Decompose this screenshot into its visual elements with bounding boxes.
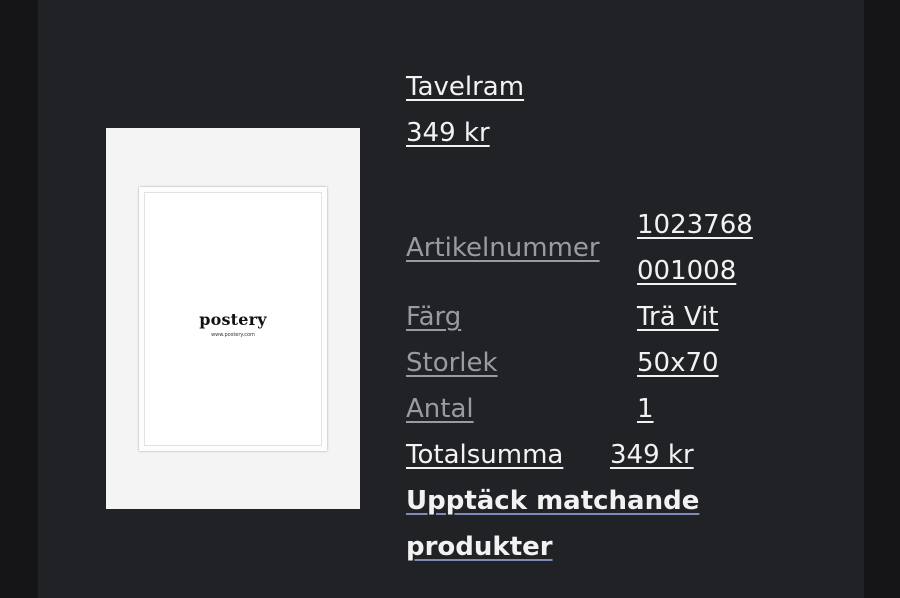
product-name-link[interactable]: Tavelram bbox=[406, 70, 524, 104]
left-gutter bbox=[0, 0, 38, 598]
poster-frame: postery www.postery.com bbox=[139, 187, 327, 451]
product-price-link[interactable]: 349 kr bbox=[406, 116, 490, 150]
discover-matching-products-link-line2[interactable]: produkter bbox=[406, 530, 553, 564]
article-number-label[interactable]: Artikelnummer bbox=[406, 231, 600, 265]
discover-matching-products-link[interactable]: Upptäck matchande bbox=[406, 484, 699, 518]
quantity-value[interactable]: 1 bbox=[637, 392, 654, 426]
size-label[interactable]: Storlek bbox=[406, 346, 498, 380]
right-gutter bbox=[864, 0, 900, 598]
poster-brand-logo: postery bbox=[199, 310, 267, 329]
article-number-value-line1[interactable]: 1023768 bbox=[637, 208, 753, 242]
color-value[interactable]: Trä Vit bbox=[637, 300, 719, 334]
total-label[interactable]: Totalsumma bbox=[406, 438, 563, 472]
color-label[interactable]: Färg bbox=[406, 300, 461, 334]
quantity-label[interactable]: Antal bbox=[406, 392, 474, 426]
size-value[interactable]: 50x70 bbox=[637, 346, 719, 380]
poster-url-text: www.postery.com bbox=[211, 332, 255, 338]
total-value[interactable]: 349 kr bbox=[610, 438, 694, 472]
article-number-value-line2[interactable]: 001008 bbox=[637, 254, 736, 288]
